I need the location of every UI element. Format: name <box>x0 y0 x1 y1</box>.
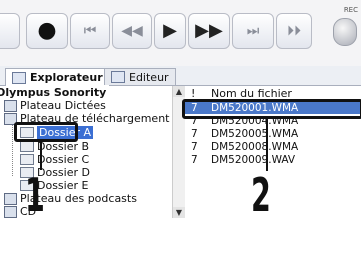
record-icon: ● <box>37 18 57 43</box>
fast-forward-icon: ▶▶ <box>195 20 223 41</box>
file-list-header: ! Nom du fichier <box>185 86 361 100</box>
index-button[interactable]: ⏵⏵ <box>276 13 312 49</box>
tree-item-plateau-dictees[interactable]: Plateau Dictées <box>4 99 106 112</box>
editor-icon <box>111 71 125 83</box>
tree-item-label: Dossier C <box>37 153 90 166</box>
play-icon: ▶ <box>163 20 177 41</box>
filename-column-header[interactable]: Nom du fichier <box>211 87 292 100</box>
tray-icon <box>4 99 17 112</box>
tree-item-plateau-podcasts[interactable]: Plateau des podcasts <box>4 192 137 205</box>
tree-item-dossier-c[interactable]: Dossier C <box>20 153 89 166</box>
row-flag: 7 <box>191 128 198 140</box>
fast-forward-button[interactable]: ▶▶ <box>188 13 230 49</box>
table-row[interactable]: 7 DM520008.WMA <box>185 141 361 153</box>
tree-item-label: Dossier D <box>37 166 90 179</box>
tab-label: Explorateur <box>30 71 103 84</box>
row-filename: DM520005.WMA <box>211 128 299 140</box>
partial-button[interactable] <box>0 13 20 49</box>
skip-back-button[interactable]: ⏮ <box>70 13 110 49</box>
rewind-button[interactable]: ◀◀ <box>112 13 152 49</box>
callout-leader-1 <box>40 140 42 170</box>
rewind-icon: ◀◀ <box>121 23 143 39</box>
tree-item-label: Plateau Dictées <box>20 99 106 112</box>
flag-column-header[interactable]: ! <box>185 87 211 100</box>
tab-editeur[interactable]: Editeur <box>104 68 176 85</box>
folder-icon <box>20 154 34 165</box>
scroll-up-icon[interactable]: ▲ <box>173 86 185 97</box>
tab-explorateur[interactable]: Explorateur <box>5 68 110 86</box>
tree-root-label: Olympus Sonority <box>0 86 107 99</box>
index-icon: ⏵⏵ <box>287 23 301 39</box>
row-flag: 7 <box>191 154 198 166</box>
transport-toolbar: ● ⏮ ◀◀ ▶ ▶▶ ⏭ ⏵⏵ REC <box>0 0 361 66</box>
tab-bar: Explorateur Editeur <box>0 66 361 86</box>
cd-icon <box>4 205 17 218</box>
row-filename: DM520009.WAV <box>211 154 296 166</box>
podcast-tray-icon <box>4 192 17 205</box>
table-row[interactable]: 7 DM520005.WMA <box>185 128 361 140</box>
tab-label: Editeur <box>129 70 169 84</box>
callout-frame-2 <box>182 99 361 119</box>
tree-root[interactable]: Olympus Sonority <box>0 86 106 99</box>
row-flag: 7 <box>191 141 198 153</box>
play-button[interactable]: ▶ <box>154 13 186 49</box>
skip-forward-button[interactable]: ⏭ <box>232 13 274 49</box>
callout-number-2: 2 <box>251 168 271 222</box>
skip-back-icon: ⏮ <box>83 23 97 39</box>
rec-label: REC <box>343 6 358 14</box>
callout-frame-1 <box>14 122 78 142</box>
microphone-icon[interactable] <box>333 18 357 46</box>
callout-number-1: 1 <box>25 168 45 222</box>
table-row[interactable]: 7 DM520009.WAV <box>185 154 361 166</box>
row-filename: DM520008.WMA <box>211 141 299 153</box>
record-button[interactable]: ● <box>26 13 68 49</box>
scroll-down-icon[interactable]: ▼ <box>173 207 185 218</box>
skip-forward-icon: ⏭ <box>246 23 260 39</box>
explorer-icon <box>12 71 26 84</box>
callout-leader-2 <box>266 116 268 171</box>
folder-icon <box>20 141 34 152</box>
